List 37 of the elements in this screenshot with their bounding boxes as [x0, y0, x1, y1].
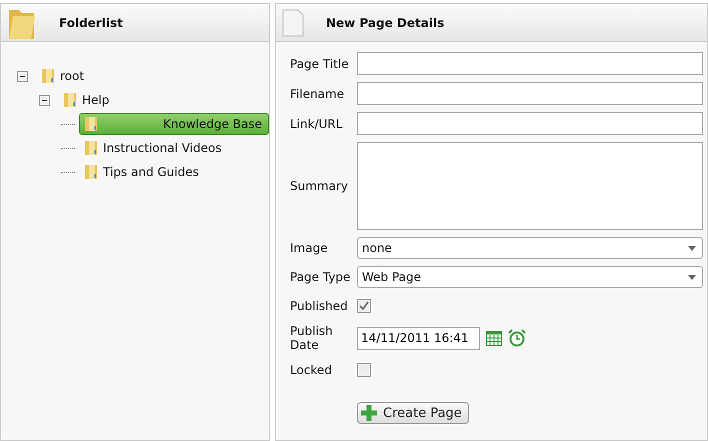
dropdown[interactable]: none: [357, 237, 703, 259]
folder-icon: [41, 68, 55, 84]
folder-icon: [84, 164, 98, 180]
field-label: Summary: [290, 179, 349, 193]
document-icon: [282, 8, 304, 36]
field-label: Page Title: [290, 56, 350, 70]
calendar-icon[interactable]: [486, 330, 502, 346]
text-area[interactable]: [357, 142, 703, 230]
date-field[interactable]: 14/11/2011 16:41: [357, 326, 480, 350]
field-label: Publish Date: [290, 324, 334, 352]
input-field[interactable]: [357, 112, 703, 135]
input-field[interactable]: [357, 82, 703, 105]
panel-title: Folderlist: [59, 16, 123, 30]
alarm-clock-icon[interactable]: [508, 329, 526, 347]
field-label: Filename: [290, 86, 346, 100]
checkbox[interactable]: [357, 363, 371, 377]
collapse-toggle[interactable]: [17, 70, 28, 82]
field-label: Page Type: [290, 270, 352, 284]
folder-icon: [84, 116, 98, 132]
tree-item[interactable]: Tips and Guides: [79, 161, 204, 183]
collapse-toggle[interactable]: [39, 94, 50, 106]
field-label: Locked: [290, 363, 333, 377]
tree-item[interactable]: root: [36, 65, 90, 87]
tree-item[interactable]: Help: [58, 89, 114, 111]
create-page-button[interactable]: Create Page: [357, 402, 469, 424]
folder-icon: [63, 92, 77, 108]
input-field[interactable]: [357, 52, 703, 75]
tree-item[interactable]: Instructional Videos: [79, 137, 227, 159]
field-label: Link/URL: [290, 116, 344, 130]
checkbox[interactable]: [357, 299, 371, 313]
tree-item[interactable]: Knowledge Base: [79, 113, 269, 135]
folder-icon: [84, 140, 98, 156]
field-label: Image: [290, 241, 329, 255]
panel-title: New Page Details: [326, 16, 444, 30]
plus-icon: [361, 405, 377, 421]
field-label: Published: [290, 299, 349, 313]
dropdown[interactable]: Web Page: [357, 266, 703, 288]
